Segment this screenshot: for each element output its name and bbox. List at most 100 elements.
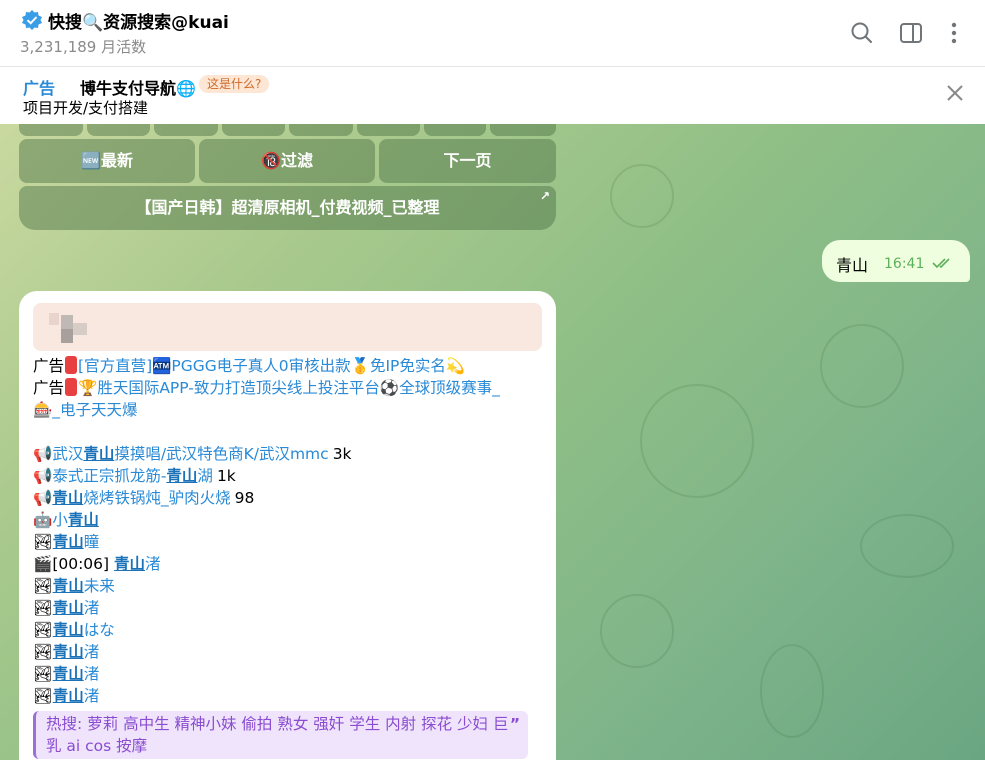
result-item: 🏞青山渚 xyxy=(33,640,99,662)
result-keyword: 青山 xyxy=(52,489,84,507)
chat-subtitle: 3,231,189 月活数 xyxy=(20,38,147,56)
search-icon[interactable] xyxy=(849,20,875,46)
keyboard-button[interactable] xyxy=(357,124,420,136)
landscape-icon: 🏞 xyxy=(33,533,53,551)
background-doodle xyxy=(860,514,954,578)
result-text-after: 瞳 xyxy=(83,533,100,551)
robot-icon: 🤖 xyxy=(33,511,53,529)
result-keyword: 青山 xyxy=(52,643,84,661)
clapper-icon: 🎬 xyxy=(33,555,53,573)
message-time: 16:41 xyxy=(884,256,925,272)
close-icon[interactable] xyxy=(944,82,966,104)
result-keyword: 青山 xyxy=(114,555,146,573)
quote-icon: ” xyxy=(509,715,520,733)
result-item: 📢泰式正宗抓龙筋-青山湖 1k xyxy=(33,464,236,486)
hot-search-line: 乳 ai cos 按摩 xyxy=(46,737,148,755)
blur-pixel xyxy=(61,315,73,329)
result-text-after: 渚 xyxy=(83,687,100,705)
landscape-icon: 🏞 xyxy=(33,621,53,639)
sidebar-icon[interactable] xyxy=(898,20,924,46)
result-link[interactable]: 青山渚 xyxy=(53,643,100,661)
ad-link[interactable]: 🏆胜天国际APP-致力打造顶尖线上投注平台⚽全球顶级赛事_ xyxy=(78,379,500,397)
ad-link[interactable]: [官方直营]🏧PGGG电子真人0审核出款🥇免IP免实名💫 xyxy=(78,357,465,375)
result-text-after: 湖 xyxy=(197,467,213,485)
chat-area[interactable]: 🆕最新 🔞过滤 下一页 【国产日韩】超清原相机_付费视频_已整理 ↗ 青山 16… xyxy=(0,124,985,760)
landscape-icon: 🏞 xyxy=(33,687,53,705)
result-text-after: 渚 xyxy=(145,555,161,573)
result-link[interactable]: 武汉青山摸摸唱/武汉特色商K/武汉mmc xyxy=(52,445,328,463)
result-keyword: 青山 xyxy=(67,511,99,529)
keyboard-button[interactable] xyxy=(19,124,83,136)
verified-badge-icon xyxy=(22,10,42,30)
result-link[interactable]: 青山渚 xyxy=(53,599,100,617)
background-doodle xyxy=(610,164,674,228)
result-link[interactable]: 青山未来 xyxy=(53,577,115,595)
next-page-button[interactable]: 下一页 xyxy=(379,139,556,183)
result-item: 🎬[00:06] 青山渚 xyxy=(33,552,161,574)
keyboard-button[interactable] xyxy=(289,124,353,136)
landscape-icon: 🏞 xyxy=(33,643,53,661)
blur-pixel xyxy=(73,323,87,335)
ad-title[interactable]: 博牛支付导航🌐 xyxy=(80,75,196,99)
result-keyword: 青山 xyxy=(52,665,84,683)
result-keyword: 青山 xyxy=(166,467,198,485)
result-keyword: 青山 xyxy=(52,621,84,639)
filter-button[interactable]: 🔞过滤 xyxy=(199,139,375,183)
ad-prefix: 广告 xyxy=(33,379,65,397)
message-text: 青山 xyxy=(836,256,869,275)
keyboard-button[interactable] xyxy=(424,124,486,136)
result-text-after: 渚 xyxy=(83,665,100,683)
category-link-button[interactable]: 【国产日韩】超清原相机_付费视频_已整理 ↗ xyxy=(19,186,556,230)
search-results-message[interactable]: 广告 [官方直营]🏧PGGG电子真人0审核出款🥇免IP免实名💫 广告 🏆胜天国际AP… xyxy=(19,291,556,760)
ad-prefix: 广告 xyxy=(33,357,65,375)
blur-pixel xyxy=(61,329,73,343)
result-text-after: 未来 xyxy=(83,577,115,595)
result-text-after: 渚 xyxy=(83,643,100,661)
result-item: 📢武汉青山摸摸唱/武汉特色商K/武汉mmc 3k xyxy=(33,442,352,464)
result-item: 📢青山烧烤铁锅炖_驴肉火烧 98 xyxy=(33,486,254,508)
result-link[interactable]: [00:06] 青山渚 xyxy=(52,555,160,573)
result-count: 98 xyxy=(234,489,255,507)
more-icon[interactable] xyxy=(941,20,967,46)
result-keyword: 青山 xyxy=(52,599,84,617)
result-item: 🏞青山渚 xyxy=(33,596,99,618)
result-keyword: 青山 xyxy=(52,533,84,551)
result-link[interactable]: 青山烧烤铁锅炖_驴肉火烧 xyxy=(52,489,230,507)
result-text-after: 摸摸唱/武汉特色商K/武汉mmc xyxy=(114,445,329,463)
chat-title[interactable]: 快搜🔍资源搜索@kuai xyxy=(48,8,229,33)
megaphone-icon: 📢 xyxy=(33,445,53,463)
result-link[interactable]: 青山渚 xyxy=(53,687,100,705)
ad-link[interactable]: 🎰_电子天天爆 xyxy=(33,401,138,419)
keyboard-button[interactable] xyxy=(154,124,218,136)
blurred-preview xyxy=(33,303,542,351)
result-text-before: 武汉 xyxy=(52,445,84,463)
result-text-after: はな xyxy=(83,621,115,639)
ad-line: 广告 [官方直营]🏧PGGG电子真人0审核出款🥇免IP免实名💫 xyxy=(33,354,465,376)
background-doodle xyxy=(640,384,754,498)
keyboard-button[interactable] xyxy=(490,124,556,136)
background-doodle xyxy=(820,324,904,408)
keyboard-button[interactable] xyxy=(222,124,285,136)
result-count: 1k xyxy=(216,467,236,485)
landscape-icon: 🏞 xyxy=(33,665,53,683)
ad-label: 广告 xyxy=(23,79,56,98)
result-link[interactable]: 小青山 xyxy=(52,511,99,529)
result-link[interactable]: 青山渚 xyxy=(53,665,100,683)
result-text-after: 渚 xyxy=(83,599,100,617)
result-item: 🏞青山渚 xyxy=(33,684,99,706)
keyboard-button[interactable] xyxy=(87,124,150,136)
result-link[interactable]: 泰式正宗抓龙筋-青山湖 xyxy=(52,467,213,485)
ad-what-button[interactable]: 这是什么? xyxy=(199,75,270,93)
landscape-icon: 🏞 xyxy=(33,577,53,595)
outgoing-message[interactable]: 青山 16:41 xyxy=(822,240,970,282)
newest-button[interactable]: 🆕最新 xyxy=(19,139,195,183)
ad-line: 🎰_电子天天爆 xyxy=(33,398,138,420)
chat-header: 快搜🔍资源搜索@kuai 3,231,189 月活数 xyxy=(0,0,985,67)
result-keyword: 青山 xyxy=(52,577,84,595)
result-link[interactable]: 青山はな xyxy=(53,621,115,639)
hot-search-line: 热搜: 萝莉 高中生 精神小妹 偷拍 熟女 强奸 学生 内射 探花 少妇 巨 xyxy=(46,715,509,733)
bookmark-icon xyxy=(65,356,78,374)
blur-pixel xyxy=(49,313,59,325)
result-link[interactable]: 青山瞳 xyxy=(53,533,100,551)
result-keyword: 青山 xyxy=(52,687,84,705)
